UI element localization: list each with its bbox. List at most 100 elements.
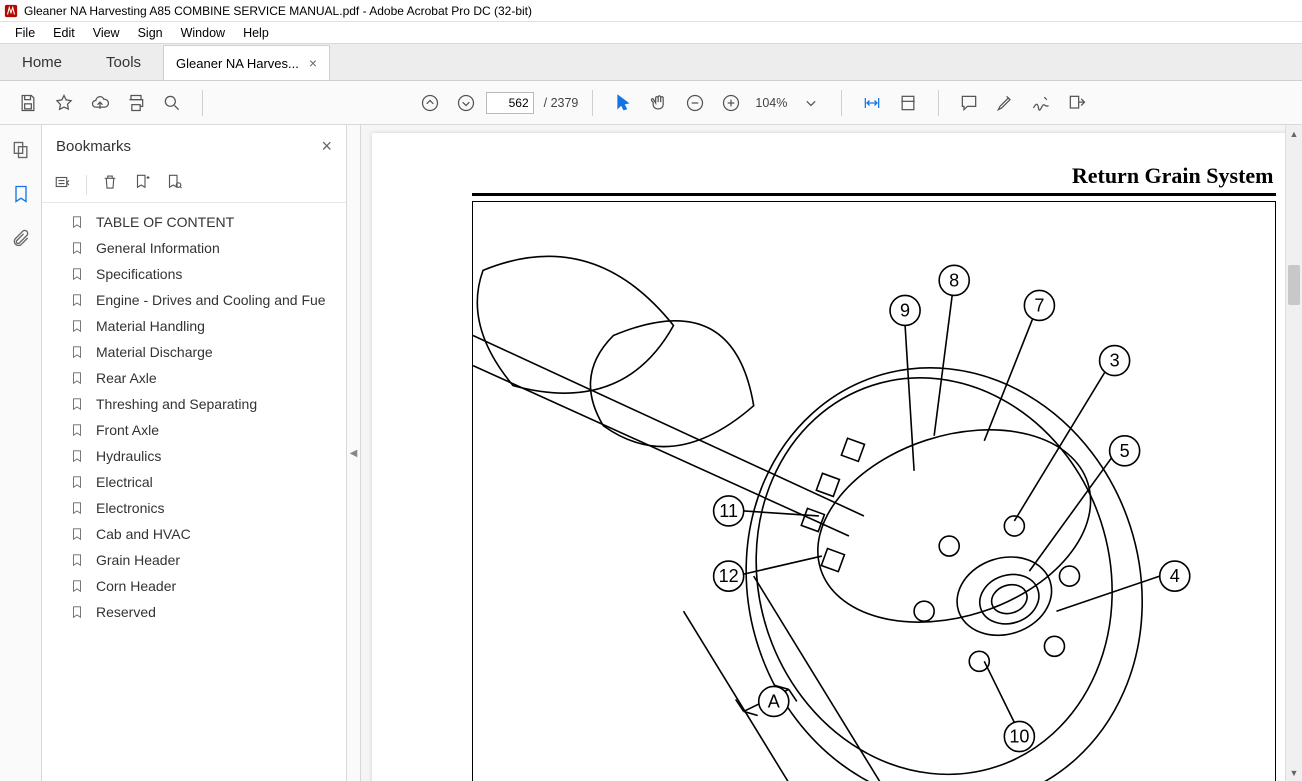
bookmark-item[interactable]: Specifications [42, 261, 346, 287]
bookmark-item[interactable]: Front Axle [42, 417, 346, 443]
bookmark-label: Electronics [96, 500, 164, 516]
star-icon[interactable] [48, 87, 80, 119]
bookmark-ribbon-icon [70, 604, 84, 620]
section-rule [472, 193, 1276, 196]
bookmark-ribbon-icon [70, 344, 84, 360]
bookmark-ribbon-icon [70, 240, 84, 256]
separator [938, 90, 939, 116]
bookmark-ribbon-icon [70, 318, 84, 334]
tab-strip: Home Tools Gleaner NA Harves... × [0, 44, 1302, 81]
sign-icon[interactable] [1025, 87, 1057, 119]
scroll-down-icon[interactable]: ▼ [1286, 764, 1302, 781]
bookmarks-title: Bookmarks [56, 138, 131, 155]
bookmark-item[interactable]: Threshing and Separating [42, 391, 346, 417]
document-area: Return Grain System FIG. 608 71404365C [361, 125, 1302, 781]
attachments-icon[interactable] [8, 225, 34, 251]
page-number-input[interactable] [486, 92, 534, 114]
zoom-dropdown-icon[interactable] [795, 87, 827, 119]
bookmark-ribbon-icon [70, 396, 84, 412]
menu-edit[interactable]: Edit [44, 26, 84, 40]
app-icon [4, 4, 18, 18]
window-titlebar: Gleaner NA Harvesting A85 COMBINE SERVIC… [0, 0, 1302, 22]
svg-text:8: 8 [949, 270, 959, 290]
fit-page-icon[interactable] [892, 87, 924, 119]
bookmark-item[interactable]: Material Discharge [42, 339, 346, 365]
highlight-icon[interactable] [989, 87, 1021, 119]
tab-document-label: Gleaner NA Harves... [176, 56, 299, 71]
find-bookmark-icon[interactable] [165, 173, 183, 196]
menu-window[interactable]: Window [172, 26, 234, 40]
svg-text:3: 3 [1109, 351, 1119, 371]
tab-document[interactable]: Gleaner NA Harves... × [163, 45, 330, 80]
save-icon[interactable] [12, 87, 44, 119]
menu-view[interactable]: View [84, 26, 129, 40]
bookmark-item[interactable]: Material Handling [42, 313, 346, 339]
bookmark-item[interactable]: Reserved [42, 599, 346, 625]
bookmark-item[interactable]: Electrical [42, 469, 346, 495]
new-bookmark-icon[interactable] [133, 173, 151, 196]
bookmark-item[interactable]: General Information [42, 235, 346, 261]
delete-bookmark-icon[interactable] [101, 173, 119, 196]
bookmark-label: Grain Header [96, 552, 180, 568]
bookmark-label: Cab and HVAC [96, 526, 191, 542]
scroll-thumb[interactable] [1288, 265, 1300, 305]
bookmark-ribbon-icon [70, 370, 84, 386]
bookmark-label: Reserved [96, 604, 156, 620]
thumbnails-icon[interactable] [8, 137, 34, 163]
menu-file[interactable]: File [6, 26, 44, 40]
zoom-in-icon[interactable] [715, 87, 747, 119]
page-down-icon[interactable] [450, 87, 482, 119]
collapse-handle[interactable]: ◀ [347, 125, 361, 781]
bookmark-item[interactable]: TABLE OF CONTENT [42, 209, 346, 235]
bookmark-label: Material Discharge [96, 344, 213, 360]
bookmark-label: Material Handling [96, 318, 205, 334]
bookmark-label: Threshing and Separating [96, 396, 257, 412]
bookmark-item[interactable]: Electronics [42, 495, 346, 521]
bookmark-item[interactable]: Corn Header [42, 573, 346, 599]
close-icon[interactable]: × [309, 55, 317, 71]
zoom-level: 104% [755, 96, 787, 110]
separator [592, 90, 593, 116]
cloud-upload-icon[interactable] [84, 87, 116, 119]
zoom-out-icon[interactable] [679, 87, 711, 119]
menubar: File Edit View Sign Window Help [0, 22, 1302, 44]
tab-tools[interactable]: Tools [84, 44, 163, 80]
fit-width-icon[interactable] [856, 87, 888, 119]
page-up-icon[interactable] [414, 87, 446, 119]
bookmark-label: Hydraulics [96, 448, 161, 464]
technical-drawing: 8 7 3 9 5 4 10 11 12 A [472, 201, 1276, 781]
print-icon[interactable] [120, 87, 152, 119]
search-icon[interactable] [156, 87, 188, 119]
bookmark-item[interactable]: Rear Axle [42, 365, 346, 391]
nav-pane [0, 125, 42, 781]
more-tools-icon[interactable] [1061, 87, 1093, 119]
vertical-scrollbar[interactable]: ▲ ▼ [1285, 125, 1302, 781]
menu-help[interactable]: Help [234, 26, 278, 40]
bookmark-options-icon[interactable] [54, 173, 72, 196]
tab-home[interactable]: Home [0, 44, 84, 80]
separator [202, 90, 203, 116]
svg-text:4: 4 [1169, 566, 1179, 586]
svg-text:9: 9 [900, 300, 910, 320]
bookmark-item[interactable]: Cab and HVAC [42, 521, 346, 547]
close-panel-icon[interactable]: × [321, 136, 332, 157]
svg-text:12: 12 [718, 566, 738, 586]
bookmark-label: Front Axle [96, 422, 159, 438]
bookmark-ribbon-icon [70, 552, 84, 568]
bookmark-label: General Information [96, 240, 220, 256]
bookmark-item[interactable]: Grain Header [42, 547, 346, 573]
pdf-page: Return Grain System FIG. 608 71404365C [372, 133, 1292, 781]
hand-icon[interactable] [643, 87, 675, 119]
bookmark-item[interactable]: Hydraulics [42, 443, 346, 469]
page-total: / 2379 [544, 96, 579, 110]
scroll-up-icon[interactable]: ▲ [1286, 125, 1302, 142]
bookmarks-header: Bookmarks × [42, 125, 346, 167]
bookmark-label: TABLE OF CONTENT [96, 214, 234, 230]
bookmarks-icon[interactable] [8, 181, 34, 207]
comment-icon[interactable] [953, 87, 985, 119]
svg-text:5: 5 [1119, 441, 1129, 461]
menu-sign[interactable]: Sign [129, 26, 172, 40]
bookmark-ribbon-icon [70, 526, 84, 542]
bookmark-item[interactable]: Engine - Drives and Cooling and Fue [42, 287, 346, 313]
pointer-icon[interactable] [607, 87, 639, 119]
